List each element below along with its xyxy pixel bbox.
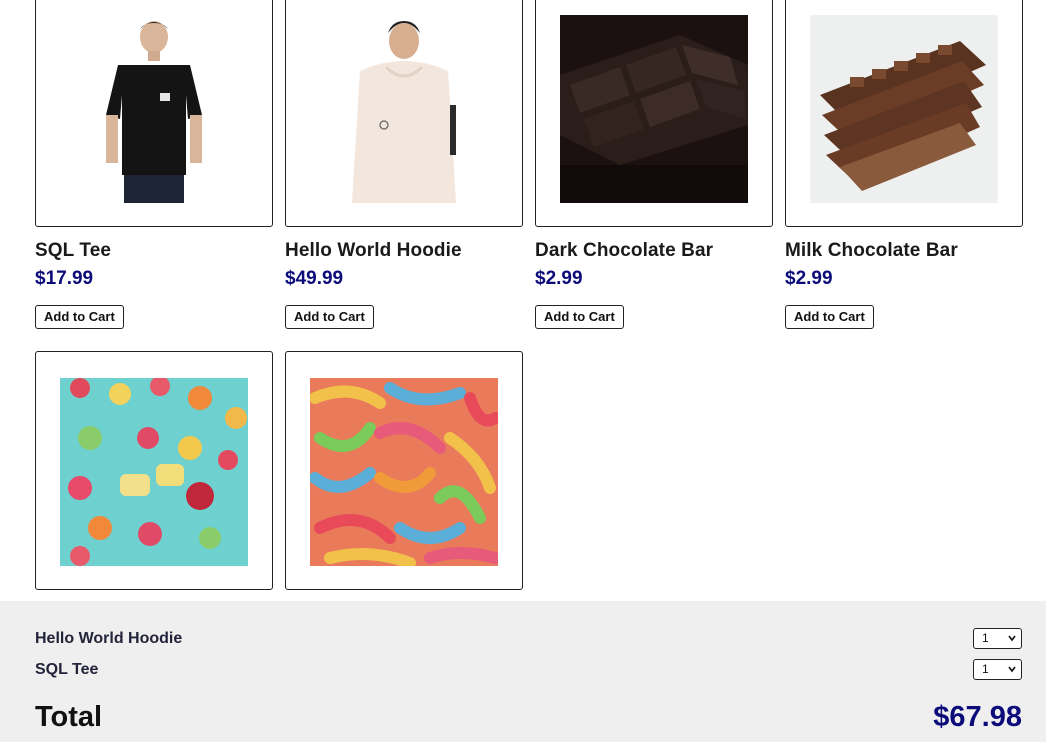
product-price: $2.99	[785, 268, 833, 289]
cart-item-name: Hello World Hoodie	[35, 630, 183, 647]
product-image-frame[interactable]	[285, 0, 523, 227]
product-image-frame[interactable]	[785, 0, 1023, 227]
cream-hoodie-photo	[310, 15, 498, 203]
cart-item-name: SQL Tee	[35, 661, 99, 678]
cart-item: Hello World Hoodie 1	[35, 627, 1023, 651]
hard-candies-photo	[60, 378, 248, 566]
product-name: SQL Tee	[35, 240, 112, 261]
chevron-down-icon	[1008, 666, 1016, 673]
product-price: $2.99	[535, 268, 583, 289]
total-label: Total	[35, 701, 103, 733]
product-name: Dark Chocolate Bar	[535, 240, 714, 261]
cart-item: SQL Tee 1	[35, 658, 1023, 682]
quantity-value: 1	[982, 662, 989, 676]
product-card: Hello World Hoodie $49.99 Add to Cart	[285, 0, 523, 329]
add-to-cart-button[interactable]: Add to Cart	[535, 305, 624, 329]
product-name: Hello World Hoodie	[285, 240, 462, 261]
product-name: Milk Chocolate Bar	[785, 240, 958, 261]
black-tshirt-photo	[60, 15, 248, 203]
product-card: Milk Chocolate Bar $2.99 Add to Cart	[785, 0, 1023, 329]
quantity-value: 1	[982, 631, 989, 645]
chevron-down-icon	[1008, 635, 1016, 642]
quantity-select[interactable]: 1	[973, 628, 1022, 649]
add-to-cart-button[interactable]: Add to Cart	[785, 305, 874, 329]
product-image-frame[interactable]	[285, 351, 523, 590]
add-to-cart-button[interactable]: Add to Cart	[35, 305, 124, 329]
product-image-frame[interactable]	[535, 0, 773, 227]
quantity-select[interactable]: 1	[973, 659, 1022, 680]
product-price: $17.99	[35, 268, 94, 289]
product-card: SQL Tee $17.99 Add to Cart	[35, 0, 273, 329]
gummy-worms-photo	[310, 378, 498, 566]
product-card	[285, 351, 523, 590]
product-card	[35, 351, 273, 590]
product-price: $49.99	[285, 268, 344, 289]
cart-summary: Hello World Hoodie 1 SQL Tee 1 Total $67…	[0, 601, 1046, 742]
add-to-cart-button[interactable]: Add to Cart	[285, 305, 374, 329]
milk-chocolate-photo	[810, 15, 998, 203]
dark-chocolate-photo	[560, 15, 748, 203]
product-card: Dark Chocolate Bar $2.99 Add to Cart	[535, 0, 773, 329]
product-image-frame[interactable]	[35, 351, 273, 590]
product-image-frame[interactable]	[35, 0, 273, 227]
total-value: $67.98	[933, 701, 1022, 733]
